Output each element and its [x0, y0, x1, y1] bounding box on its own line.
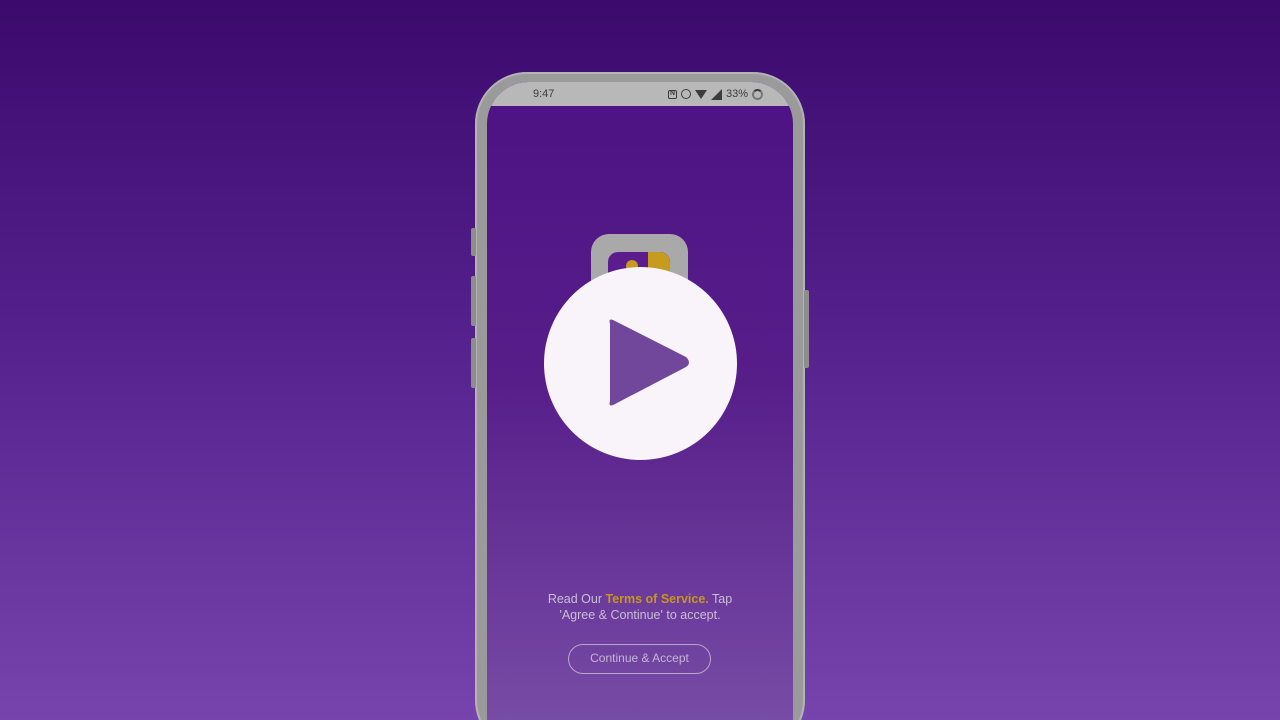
continue-accept-button[interactable]: Continue & Accept	[568, 644, 711, 674]
status-icons: N 33%	[667, 88, 763, 100]
phone-side-button	[471, 228, 476, 256]
play-button[interactable]	[544, 267, 737, 460]
wifi-icon	[694, 89, 707, 99]
terms-notice: Read Our Terms of Service. Tap 'Agree & …	[487, 591, 793, 623]
play-icon	[609, 319, 689, 406]
signal-icon	[710, 88, 722, 100]
terms-of-service-link[interactable]: Terms of Service.	[605, 592, 708, 606]
phone-side-button	[471, 276, 476, 326]
alarm-icon	[680, 89, 691, 99]
phone-power-button	[804, 290, 809, 368]
video-thumbnail: 9:47 N 33% atrrAp Read	[0, 0, 1280, 720]
terms-suffix: Tap	[708, 592, 733, 606]
battery-ring-icon	[752, 88, 763, 100]
phone-side-button	[471, 338, 476, 388]
nfc-icon: N	[667, 89, 677, 99]
status-bar: 9:47 N 33%	[487, 82, 793, 106]
terms-line2: 'Agree & Continue' to accept.	[559, 608, 721, 622]
battery-percentage: 33%	[725, 88, 748, 100]
status-time: 9:47	[533, 88, 555, 100]
terms-prefix: Read Our	[547, 592, 606, 606]
